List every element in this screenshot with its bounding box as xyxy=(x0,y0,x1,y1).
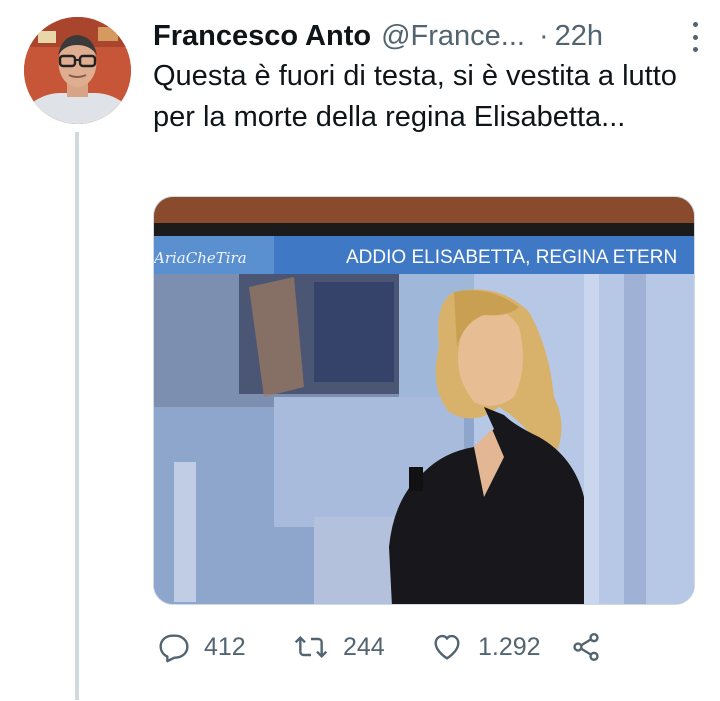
retweet-button[interactable]: 244 xyxy=(293,631,430,663)
tweet-text: Questa è fuori di testa, si è vestita a … xyxy=(153,60,677,133)
tv-screen-photo: AriaCheTira ADDIO ELISABETTA, REGINA ETE… xyxy=(154,197,694,604)
tweet-timestamp[interactable]: 22h xyxy=(555,20,603,53)
more-icon[interactable] xyxy=(690,22,700,52)
retweet-icon xyxy=(294,635,328,659)
reply-count: 412 xyxy=(204,632,246,661)
tweet-media-image[interactable]: AriaCheTira ADDIO ELISABETTA, REGINA ETE… xyxy=(153,196,695,605)
share-icon xyxy=(573,633,599,661)
author-handle[interactable]: @France... xyxy=(381,20,525,53)
share-button[interactable] xyxy=(570,631,602,663)
heart-icon xyxy=(434,634,460,660)
reply-icon xyxy=(159,634,189,663)
time-separator: · xyxy=(538,19,549,52)
like-count: 1.292 xyxy=(478,632,541,661)
thread-connector-line xyxy=(75,132,79,700)
reply-button[interactable]: 412 xyxy=(158,631,293,663)
author-name[interactable]: Francesco Anto xyxy=(153,20,371,53)
like-button[interactable]: 1.292 xyxy=(430,631,570,663)
tweet-header: Francesco Anto @France... · 22h xyxy=(153,14,700,58)
tweet-actions-bar: 412 244 1.292 xyxy=(158,622,602,672)
retweet-count: 244 xyxy=(343,632,385,661)
show-logo-text: AriaCheTira xyxy=(154,249,247,267)
avatar-photo xyxy=(24,17,131,124)
tv-banner-text: ADDIO ELISABETTA, REGINA ETERN xyxy=(346,247,677,268)
author-avatar[interactable] xyxy=(24,17,131,124)
